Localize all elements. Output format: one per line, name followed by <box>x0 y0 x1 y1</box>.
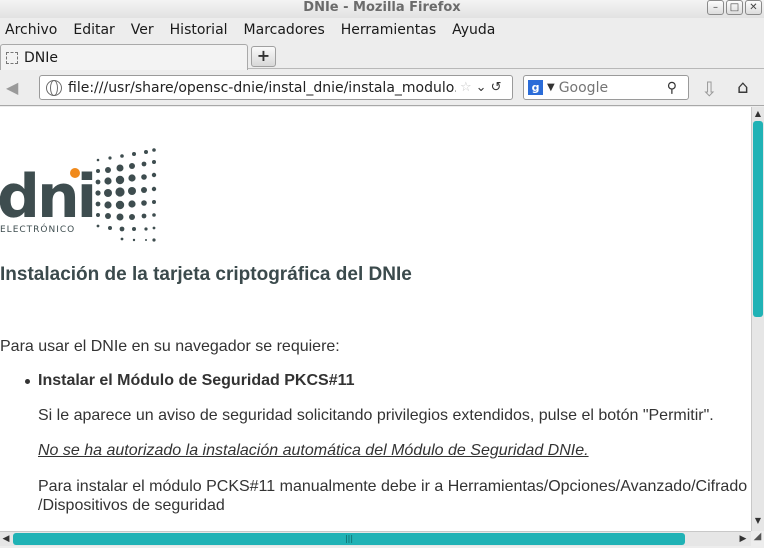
dni-logo: dni ELECTRÓNICO <box>0 148 157 242</box>
menu-archivo[interactable]: Archivo <box>5 22 57 38</box>
page-content: dni ELECTRÓNICO Instalación de la tarjet… <box>0 107 751 531</box>
manual-install-line-2: /Dispositivos de seguridad <box>38 497 225 514</box>
menu-ayuda[interactable]: Ayuda <box>452 22 495 38</box>
security-warning-text: Si le aparece un aviso de seguridad soli… <box>38 407 714 424</box>
logo-subtitle: ELECTRÓNICO <box>0 223 75 235</box>
resize-grip-icon[interactable]: ◢ <box>751 531 764 548</box>
page-favicon-icon <box>6 51 18 64</box>
download-arrow-icon[interactable]: ⇩ <box>701 77 718 101</box>
manual-install-text: Para instalar el módulo PCKS#11 manualme… <box>38 477 747 515</box>
manual-install-line-1: Para instalar el módulo PCKS#11 manualme… <box>38 478 748 495</box>
bullet-title: Instalar el Módulo de Seguridad PKCS#11 <box>38 372 355 389</box>
new-tab-button[interactable]: + <box>251 46 276 67</box>
close-icon[interactable]: ✕ <box>745 0 762 15</box>
minimize-icon[interactable]: – <box>707 0 724 15</box>
not-authorized-link[interactable]: No se ha autorizado la instalación autom… <box>38 442 589 460</box>
navigation-toolbar: ◀ file:///usr/share/opensc-dnie/instal_d… <box>0 69 764 106</box>
logo-dot-pattern <box>95 148 157 242</box>
home-icon[interactable]: ⌂ <box>737 77 748 98</box>
reload-icon[interactable]: ↺ <box>491 80 502 95</box>
page-title: Instalación de la tarjeta criptográfica … <box>0 264 412 285</box>
search-input[interactable] <box>558 79 663 96</box>
tab-dnie[interactable]: DNIe <box>0 44 248 70</box>
scroll-right-icon[interactable]: ▶ <box>737 533 749 545</box>
logo-wordmark: dni <box>0 162 94 232</box>
maximize-icon[interactable]: □ <box>726 0 743 15</box>
window-titlebar: DNIe - Mozilla Firefox – □ ✕ <box>0 0 764 18</box>
vertical-scrollbar[interactable]: ▲ ▼ <box>751 107 764 531</box>
tab-bar: DNIe + <box>0 42 764 70</box>
bullet-icon <box>25 379 30 384</box>
scroll-down-icon[interactable]: ▼ <box>752 515 764 527</box>
engine-chevron-down-icon[interactable]: ▼ <box>547 82 555 93</box>
tab-label: DNIe <box>24 49 58 66</box>
horizontal-scrollbar[interactable]: ◀ ||| ▶ <box>0 531 751 546</box>
google-engine-icon[interactable]: g <box>528 80 543 95</box>
horizontal-scroll-thumb[interactable]: ||| <box>13 533 685 545</box>
url-bar[interactable]: file:///usr/share/opensc-dnie/instal_dni… <box>39 75 513 100</box>
vertical-scroll-thumb[interactable] <box>753 121 763 317</box>
menu-bar: Archivo Editar Ver Historial Marcadores … <box>0 18 764 42</box>
intro-text: Para usar el DNIe en su navegador se req… <box>0 338 340 355</box>
globe-icon <box>46 79 62 96</box>
chevron-down-icon[interactable]: ⌄ <box>476 80 487 95</box>
menu-historial[interactable]: Historial <box>170 22 228 38</box>
search-icon[interactable]: ⚲ <box>667 80 677 96</box>
scroll-left-icon[interactable]: ◀ <box>0 533 12 545</box>
url-text[interactable]: file:///usr/share/opensc-dnie/instal_dni… <box>68 80 456 96</box>
back-arrow-icon[interactable]: ◀ <box>6 78 18 97</box>
menu-marcadores[interactable]: Marcadores <box>244 22 325 38</box>
menu-editar[interactable]: Editar <box>73 22 114 38</box>
window-title: DNIe - Mozilla Firefox <box>303 0 461 15</box>
bookmark-star-icon[interactable]: ☆ <box>460 80 472 95</box>
menu-ver[interactable]: Ver <box>131 22 154 38</box>
scroll-up-icon[interactable]: ▲ <box>752 108 764 120</box>
logo-orange-dot <box>70 168 80 178</box>
search-bar[interactable]: g ▼ ⚲ <box>523 75 689 100</box>
menu-herramientas[interactable]: Herramientas <box>341 22 436 38</box>
